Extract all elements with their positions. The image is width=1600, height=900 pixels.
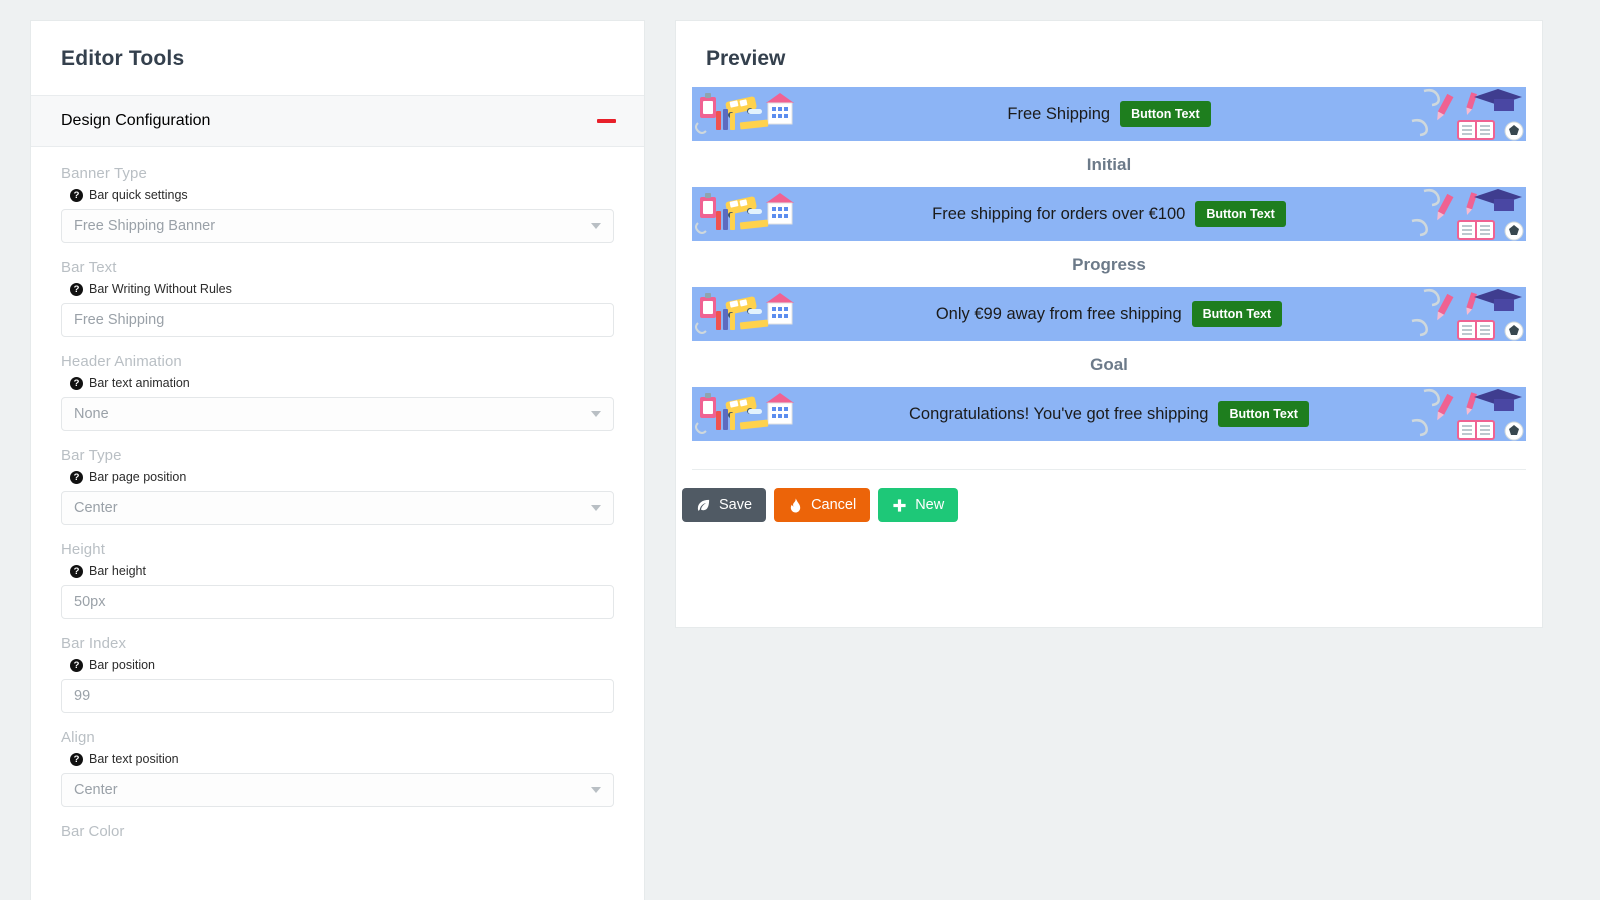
banner-type-select[interactable]: Free Shipping Banner [61,209,614,243]
banner-text: Free Shipping [1007,104,1111,123]
stage-label-goal: Goal [1090,355,1128,374]
accordion-title: Design Configuration [61,112,211,129]
field-label: Align [61,729,95,746]
bar-index-input[interactable]: 99 [61,679,614,713]
banner-cta-button[interactable]: Button Text [1120,100,1211,128]
preview-body: Free Shipping Button Text Initial Free s… [676,87,1542,441]
cancel-button-label: Cancel [811,497,857,513]
plus-icon [893,498,906,512]
banner-cta-button[interactable]: Button Text [1191,300,1283,328]
help-circle-icon: ? [70,188,83,202]
app-root: Editor Tools Design Configuration Banner… [0,0,1600,900]
help-circle-icon: ? [70,752,83,766]
field-label-clipped: Bar Color [61,823,125,840]
field-align: Align ? Bar text position Center [61,729,614,807]
school-supplies-left-decoration [695,93,794,134]
help-circle-icon: ? [70,376,83,390]
help-text: Bar position [89,658,156,672]
bar-text-input[interactable]: Free Shipping [61,303,614,337]
help-text: Bar text animation [89,376,190,390]
editor-tools-panel: Editor Tools Design Configuration Banner… [30,20,645,900]
align-select[interactable]: Center [61,773,614,807]
select-value: Free Shipping Banner [74,218,216,234]
input-value: Free Shipping [74,312,165,328]
help-text: Bar text position [89,752,179,766]
school-supplies-right-decoration [1411,88,1524,141]
preview-banner-goal[interactable]: Congratulations! You've got free shippin… [692,387,1526,441]
field-banner-type: Banner Type ? Bar quick settings Free Sh… [61,165,614,243]
input-value: 99 [74,688,91,704]
chevron-down-icon [591,411,601,417]
field-header-animation: Header Animation ? Bar text animation No… [61,353,614,431]
preview-banner-progress[interactable]: Only €99 away from free shipping Button … [692,287,1526,341]
help-text: Bar height [89,564,146,578]
input-value: 50px [74,594,106,610]
banner-cta-button[interactable]: Button Text [1195,200,1286,228]
preview-panel: Preview Free Shipping Button Text Initia… [675,20,1543,628]
field-label: Banner Type [61,165,147,182]
preview-actions: Save Cancel New [676,470,1542,522]
stage-label-progress: Progress [1072,255,1146,274]
minus-icon[interactable] [597,119,616,123]
help-text: Bar Writing Without Rules [89,282,232,296]
cancel-button[interactable]: Cancel [774,488,871,522]
preview-banner-initial[interactable]: Free shipping for orders over €100 Butto… [692,187,1526,241]
help-circle-icon: ? [70,564,83,578]
school-supplies-left-decoration [695,293,794,334]
save-button[interactable]: Save [682,488,767,522]
preview-banner-main[interactable]: Free Shipping Button Text [692,87,1526,141]
select-value: Center [74,500,118,516]
new-button[interactable]: New [878,488,959,522]
banner-cta-button[interactable]: Button Text [1218,400,1309,428]
field-bar-text: Bar Text ? Bar Writing Without Rules Fre… [61,259,614,337]
header-animation-select[interactable]: None [61,397,614,431]
help-circle-icon: ? [70,658,83,672]
page-title: Editor Tools [61,47,185,70]
height-input[interactable]: 50px [61,585,614,619]
help-row: ? Bar Writing Without Rules [70,282,614,296]
help-circle-icon: ? [70,470,83,484]
school-supplies-right-decoration [1411,388,1524,441]
help-text: Bar quick settings [89,188,188,202]
bar-type-select[interactable]: Center [61,491,614,525]
school-supplies-left-decoration [695,393,794,434]
new-button-label: New [915,497,945,513]
chevron-down-icon [591,787,601,793]
fire-icon [790,497,801,513]
field-height: Height ? Bar height 50px [61,541,614,619]
select-value: None [74,406,109,422]
banner-text: Free shipping for orders over €100 [932,204,1186,223]
stage-label-initial: Initial [1086,155,1132,174]
help-row: ? Bar quick settings [70,188,614,202]
help-row: ? Bar page position [70,470,614,484]
banner-text: Congratulations! You've got free shippin… [909,404,1209,423]
field-label: Height [61,541,105,558]
leaf-icon [697,499,710,511]
accordion-header-design-configuration[interactable]: Design Configuration [31,95,644,147]
help-row: ? Bar position [70,658,614,672]
help-circle-icon: ? [70,282,83,296]
school-supplies-right-decoration [1411,288,1524,341]
help-row: ? Bar text position [70,752,614,766]
design-configuration-form: Banner Type ? Bar quick settings Free Sh… [31,147,644,840]
field-label: Bar Type [61,447,122,464]
field-bar-index: Bar Index ? Bar position 99 [61,635,614,713]
banner-text: Only €99 away from free shipping [935,304,1182,323]
chevron-down-icon [591,223,601,229]
help-row: ? Bar text animation [70,376,614,390]
field-label: Bar Index [61,635,127,652]
chevron-down-icon [591,505,601,511]
school-supplies-left-decoration [695,193,794,234]
field-label: Bar Text [61,259,117,276]
select-value: Center [74,782,118,798]
field-bar-type: Bar Type ? Bar page position Center [61,447,614,525]
help-text: Bar page position [89,470,187,484]
preview-title: Preview [706,47,786,70]
save-button-label: Save [719,497,753,513]
help-row: ? Bar height [70,564,614,578]
school-supplies-right-decoration [1411,188,1524,241]
field-label: Header Animation [61,353,182,370]
